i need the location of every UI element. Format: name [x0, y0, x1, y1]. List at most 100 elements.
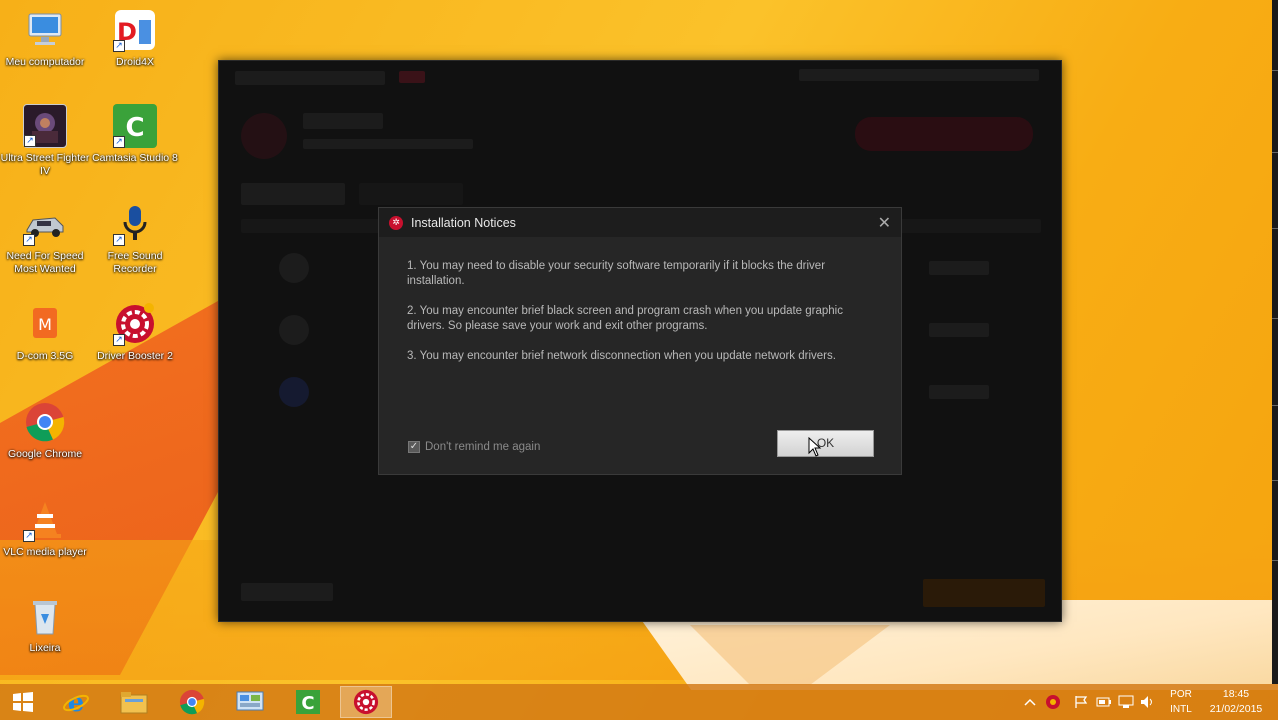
desktop-icon-label: Google Chrome [7, 448, 83, 460]
internet-explorer-icon: e [63, 688, 89, 716]
clock-time: 18:45 [1222, 688, 1250, 700]
shortcut-arrow-icon: ↗ [113, 334, 125, 346]
desktop-icon-recycle-bin[interactable]: Lixeira [0, 594, 90, 655]
system-clock[interactable]: 18:45 21/02/2015 [1200, 687, 1272, 717]
keyboard-layout: INTL [1170, 704, 1192, 715]
chrome-icon [179, 689, 205, 715]
desktop-icon-label: VLC media player [3, 546, 87, 558]
taskbar-file-explorer[interactable] [108, 686, 160, 718]
microphone-icon: ↗ [113, 202, 157, 246]
tab-placeholder [359, 183, 463, 205]
file-explorer-icon [120, 692, 148, 714]
language-code: POR [1170, 689, 1192, 700]
desktop-icon-label: Driver Booster 2 [97, 350, 173, 362]
status-title-placeholder [303, 113, 383, 129]
computer-icon [23, 8, 67, 52]
network-icon[interactable] [1118, 684, 1134, 720]
shortcut-arrow-icon: ↗ [113, 40, 125, 52]
power-icon[interactable] [1096, 684, 1112, 720]
desktop-icon-label: Camtasia Studio 8 [92, 152, 178, 164]
close-icon[interactable]: ✕ [878, 213, 891, 232]
svg-text:C: C [301, 693, 314, 714]
desktop-icon-label: Need For Speed Most Wanted [6, 250, 84, 275]
driver-booster-logo-icon: ✲ [389, 215, 403, 230]
desktop-icon-nfs[interactable]: ↗ Need For Speed Most Wanted [0, 202, 90, 276]
start-icon [13, 692, 33, 712]
dont-remind-label: Don't remind me again [425, 441, 541, 453]
update-now-button-placeholder [855, 117, 1033, 151]
taskbar: e C POR INTL 18:45 21/02/2015 [0, 684, 1278, 720]
camtasia-icon: C ↗ [113, 104, 157, 148]
driver-booster-icon: ↗ [113, 302, 157, 346]
desktop-icon-label: Meu computador [5, 56, 85, 68]
checkbox-check-icon[interactable]: ✓ [408, 441, 420, 453]
desktop-icon-label: Free Sound Recorder [107, 250, 163, 275]
tab-placeholder [241, 183, 345, 205]
desktop-icon-vlc[interactable]: ↗ VLC media player [0, 498, 90, 559]
tray-overflow-icon[interactable] [1024, 684, 1036, 720]
row-icon-placeholder [279, 377, 309, 407]
desktop-icon-driver-booster[interactable]: ↗ Driver Booster 2 [90, 302, 180, 363]
car-icon: ↗ [23, 202, 67, 246]
right-edge-strip [1272, 0, 1278, 684]
dialog-body: 1. You may need to disable your security… [379, 237, 901, 364]
svg-text:M: M [38, 315, 52, 334]
chrome-icon [23, 400, 67, 444]
dcom-icon: M [23, 302, 67, 346]
recycle-bin-icon [23, 594, 67, 638]
notice-item: 1. You may need to disable your security… [407, 260, 826, 287]
svg-text:e: e [68, 688, 85, 716]
taskbar-driver-booster[interactable] [340, 686, 392, 718]
input-language-indicator[interactable]: POR INTL [1166, 687, 1196, 717]
dialog-title: Installation Notices [411, 215, 516, 230]
tray-driver-booster-icon[interactable] [1045, 684, 1061, 720]
desktop-icon-chrome[interactable]: Google Chrome [0, 400, 90, 461]
window-controls-placeholder [799, 69, 1039, 81]
ok-button[interactable]: OK [777, 430, 874, 457]
dont-remind-checkbox[interactable]: ✓ Don't remind me again [408, 441, 540, 453]
desktop-icon-usf4[interactable]: ↗ Ultra Street Fighter IV [0, 104, 90, 178]
control-panel-icon [236, 691, 264, 711]
window-title-placeholder [235, 71, 385, 85]
desktop-icon-droid4x[interactable]: D ↗ Droid4X [90, 8, 180, 69]
desktop-icon-dcom[interactable]: M D-com 3.5G [0, 302, 90, 363]
desktop-icon-label: Lixeira [29, 642, 61, 654]
footer-button-placeholder [923, 579, 1045, 607]
status-icon-placeholder [241, 113, 287, 159]
shortcut-arrow-icon: ↗ [113, 234, 125, 246]
pro-badge [399, 71, 425, 83]
taskbar-camtasia[interactable]: C [282, 686, 334, 718]
volume-icon[interactable] [1140, 684, 1156, 720]
taskbar-chrome[interactable] [166, 686, 218, 718]
desktop-icon-free-sound-recorder[interactable]: ↗ Free Sound Recorder [90, 202, 180, 276]
dialog-titlebar: ✲ Installation Notices [379, 208, 901, 237]
mouse-cursor-icon [808, 437, 822, 457]
notice-item: 3. You may encounter brief network disco… [407, 350, 836, 362]
row-icon-placeholder [279, 315, 309, 345]
row-action-placeholder [929, 385, 989, 399]
flag-icon[interactable] [1074, 684, 1088, 720]
driver-booster-icon [353, 689, 379, 715]
shortcut-arrow-icon: ↗ [23, 530, 35, 542]
installation-notices-dialog: ✲ Installation Notices ✕ 1. You may need… [378, 207, 902, 475]
vlc-cone-icon: ↗ [23, 498, 67, 542]
footer-placeholder [241, 583, 333, 601]
row-action-placeholder [929, 323, 989, 337]
taskbar-ie[interactable]: e [50, 686, 102, 718]
start-button[interactable] [0, 686, 46, 718]
camtasia-icon: C [296, 690, 320, 714]
row-action-placeholder [929, 261, 989, 275]
notice-item: 2. You may encounter brief black screen … [407, 305, 843, 332]
shortcut-arrow-icon: ↗ [24, 135, 36, 147]
taskbar-control-panel[interactable] [224, 686, 276, 718]
shortcut-arrow-icon: ↗ [113, 136, 125, 148]
desktop-icon-label: Droid4X [116, 56, 154, 68]
desktop-icon-label: D-com 3.5G [16, 350, 74, 362]
desktop-icon-camtasia[interactable]: C ↗ Camtasia Studio 8 [90, 104, 180, 165]
usf4-game-icon: ↗ [23, 104, 67, 148]
status-subtitle-placeholder [303, 139, 473, 149]
row-icon-placeholder [279, 253, 309, 283]
desktop-icon-computer[interactable]: Meu computador [0, 8, 90, 69]
droid4x-icon: D ↗ [113, 8, 157, 52]
desktop-icon-label: Ultra Street Fighter IV [0, 152, 90, 177]
